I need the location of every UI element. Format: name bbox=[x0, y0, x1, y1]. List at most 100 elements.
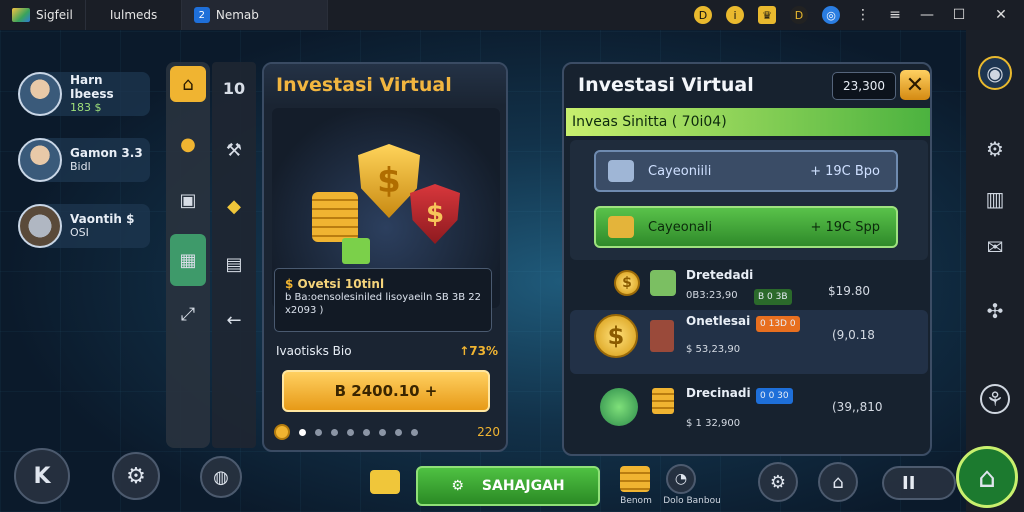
network-icon[interactable]: ✣ bbox=[980, 296, 1010, 326]
row-amount: $19.80 bbox=[828, 284, 870, 298]
row-name: Onetlesai bbox=[686, 314, 751, 328]
avatar bbox=[18, 72, 62, 116]
tab-app-icon: 2 bbox=[193, 7, 210, 23]
bottom-label: Dolo Banbou bbox=[663, 496, 721, 506]
gear-icon[interactable]: ⚙ bbox=[980, 134, 1010, 164]
profile-card[interactable]: Gamon 3.3 Bidl bbox=[18, 138, 150, 182]
frame-tool-icon[interactable]: ▣ bbox=[170, 182, 206, 218]
offer-box-icon bbox=[608, 160, 634, 182]
menu-icon[interactable]: ⋮ bbox=[854, 7, 872, 23]
row-sub: $ 53,23,90 bbox=[686, 344, 741, 355]
investment-row[interactable]: $ Onetlesai $ 53,23,90 0 13D 0 (9,0.18 bbox=[570, 310, 928, 374]
balance-badge: 23,300 bbox=[832, 72, 896, 100]
offer-button[interactable]: Cayeoniili + 19C Bpo bbox=[594, 150, 898, 192]
row-amount: (9,0.18 bbox=[832, 328, 875, 342]
pagination: 220 bbox=[274, 424, 500, 440]
expand-tool-icon[interactable]: ⤢ bbox=[170, 296, 206, 332]
gold-icon[interactable] bbox=[370, 470, 400, 494]
home-button-large[interactable]: ⌂ bbox=[956, 446, 1018, 508]
maximize-icon[interactable]: ☐ bbox=[950, 7, 968, 23]
hammer-icon[interactable]: ⚒ bbox=[216, 132, 252, 168]
globe-button[interactable]: ◍ bbox=[200, 456, 242, 498]
back-arrow-icon[interactable]: ← bbox=[216, 302, 252, 338]
shield-icon[interactable]: ◎ bbox=[822, 6, 840, 24]
titlebar-controls: D i ♛ D ◎ ⋮ ≡ — ☐ ✕ bbox=[694, 0, 1024, 30]
page-dot[interactable] bbox=[331, 428, 338, 436]
big-coin-icon: $ bbox=[594, 314, 638, 358]
investment-row[interactable]: Drecinadi $ 1 32,900 0 0 30 (39,,810 bbox=[570, 380, 928, 440]
tab-label: Iulmeds bbox=[109, 8, 158, 22]
invest-panel: Investasi Virtual $ $ $ Ovetsi 10tinl b … bbox=[262, 62, 508, 452]
coin-amount: 220 bbox=[477, 425, 500, 439]
tab-second[interactable]: Iulmeds bbox=[86, 0, 182, 30]
tool-sidebar: ⌂ ● ▣ ▦ ⤢ bbox=[166, 62, 210, 448]
page-dot[interactable] bbox=[379, 428, 386, 436]
red-shield-icon: $ bbox=[410, 184, 460, 244]
tab-app[interactable]: Sigfeil bbox=[0, 0, 86, 30]
info-icon[interactable]: i bbox=[726, 6, 744, 24]
close-icon[interactable]: ✕ bbox=[992, 7, 1010, 23]
save-button[interactable]: ⚙ SAHAJGAH bbox=[416, 466, 600, 506]
card-icon[interactable]: ▤ bbox=[216, 246, 252, 282]
profile-value: 183 $ bbox=[70, 101, 102, 114]
gold-bar-icon[interactable]: ◆ bbox=[216, 188, 252, 224]
page-dot[interactable] bbox=[395, 428, 402, 436]
mail-icon[interactable]: ✉ bbox=[980, 232, 1010, 262]
hamburger-icon[interactable]: ≡ bbox=[886, 7, 904, 23]
pause-button[interactable]: II bbox=[882, 466, 956, 500]
home-small-button[interactable]: ⌂ bbox=[818, 462, 858, 502]
profile-name: Vaontih $ bbox=[70, 212, 135, 226]
coin-icon[interactable]: D bbox=[694, 6, 712, 24]
window-titlebar: Sigfeil Iulmeds 2 Nemab D i ♛ D ◎ ⋮ ≡ — … bbox=[0, 0, 1024, 30]
offer-name: Cayeoniili bbox=[648, 163, 712, 179]
back-button[interactable]: K bbox=[14, 448, 70, 504]
profile-name: Gamon 3.3 bbox=[70, 146, 143, 160]
coin-stack-icon[interactable] bbox=[620, 466, 650, 492]
panel-title: Investasi Virtual bbox=[578, 74, 754, 96]
page-dot[interactable] bbox=[347, 428, 354, 436]
investment-row[interactable]: $ Dretedadi 0B3:23,90 B 0 3B $19.80 bbox=[570, 264, 928, 314]
settings-wheel-button[interactable]: ⚙ bbox=[112, 452, 160, 500]
crate-icon bbox=[600, 388, 638, 426]
home-button[interactable]: ⌂ bbox=[170, 66, 206, 102]
coin-tool-icon[interactable]: ● bbox=[170, 126, 206, 162]
row-sub: 0B3:23,90 bbox=[686, 290, 738, 301]
invest-title: Investasi Virtual bbox=[264, 64, 506, 106]
tab-label: Nemab bbox=[215, 8, 259, 22]
pot-button[interactable]: ◔ bbox=[666, 464, 696, 494]
row-pill: 0 13D 0 bbox=[756, 316, 800, 332]
profile-card[interactable]: Harn Ibeess 183 $ bbox=[18, 72, 150, 116]
avatar bbox=[18, 138, 62, 182]
page-dot[interactable] bbox=[411, 428, 418, 436]
gift-icon[interactable]: ♛ bbox=[758, 6, 776, 24]
page-dot[interactable] bbox=[363, 428, 370, 436]
profile-name: Harn Ibeess bbox=[70, 73, 114, 101]
profile-card[interactable]: Vaontih $ OSI bbox=[18, 204, 150, 248]
page-dot[interactable] bbox=[315, 428, 322, 436]
offer-box-icon bbox=[608, 216, 634, 238]
coin-stack-icon bbox=[312, 192, 358, 242]
invest-info-box: $ Ovetsi 10tinl b Ba:oensolesiniled liso… bbox=[274, 268, 492, 332]
tab-active[interactable]: 2 Nemab bbox=[181, 0, 328, 30]
offers-box: Cayeoniili + 19C Bpo Cayeonali + 19C Spp bbox=[570, 140, 928, 260]
coin-icon bbox=[274, 424, 290, 440]
close-button[interactable]: ✕ bbox=[900, 70, 930, 100]
avatar-icon[interactable]: ◉ bbox=[978, 56, 1012, 90]
buy-button[interactable]: B 2400.10 + bbox=[282, 370, 490, 412]
stat-label: Ivaotisks Bio bbox=[276, 344, 352, 358]
chart-tool-button[interactable]: ▦ bbox=[170, 234, 206, 286]
offer-button[interactable]: Cayeonali + 19C Spp bbox=[594, 206, 898, 248]
info-text: b Ba:oensolesiniled lisoyaeiln SB 3B 22 … bbox=[285, 292, 481, 316]
profile-value: Bidl bbox=[70, 160, 91, 173]
page-dot[interactable] bbox=[299, 428, 306, 436]
book-icon[interactable]: ▥ bbox=[980, 184, 1010, 214]
badge-icon[interactable]: D bbox=[790, 6, 808, 24]
minimize-icon[interactable]: — bbox=[918, 7, 936, 23]
dollar-icon: $ bbox=[285, 277, 298, 291]
profile-value: OSI bbox=[70, 226, 89, 239]
tree-icon[interactable]: ⚘ bbox=[980, 384, 1010, 414]
info-title: Ovetsi 10tinl bbox=[297, 277, 385, 291]
settings-button[interactable]: ⚙ bbox=[758, 462, 798, 502]
panel-subtitle: Inveas Sinitta ( 70i04) bbox=[566, 108, 930, 136]
cash-icon bbox=[342, 238, 370, 264]
